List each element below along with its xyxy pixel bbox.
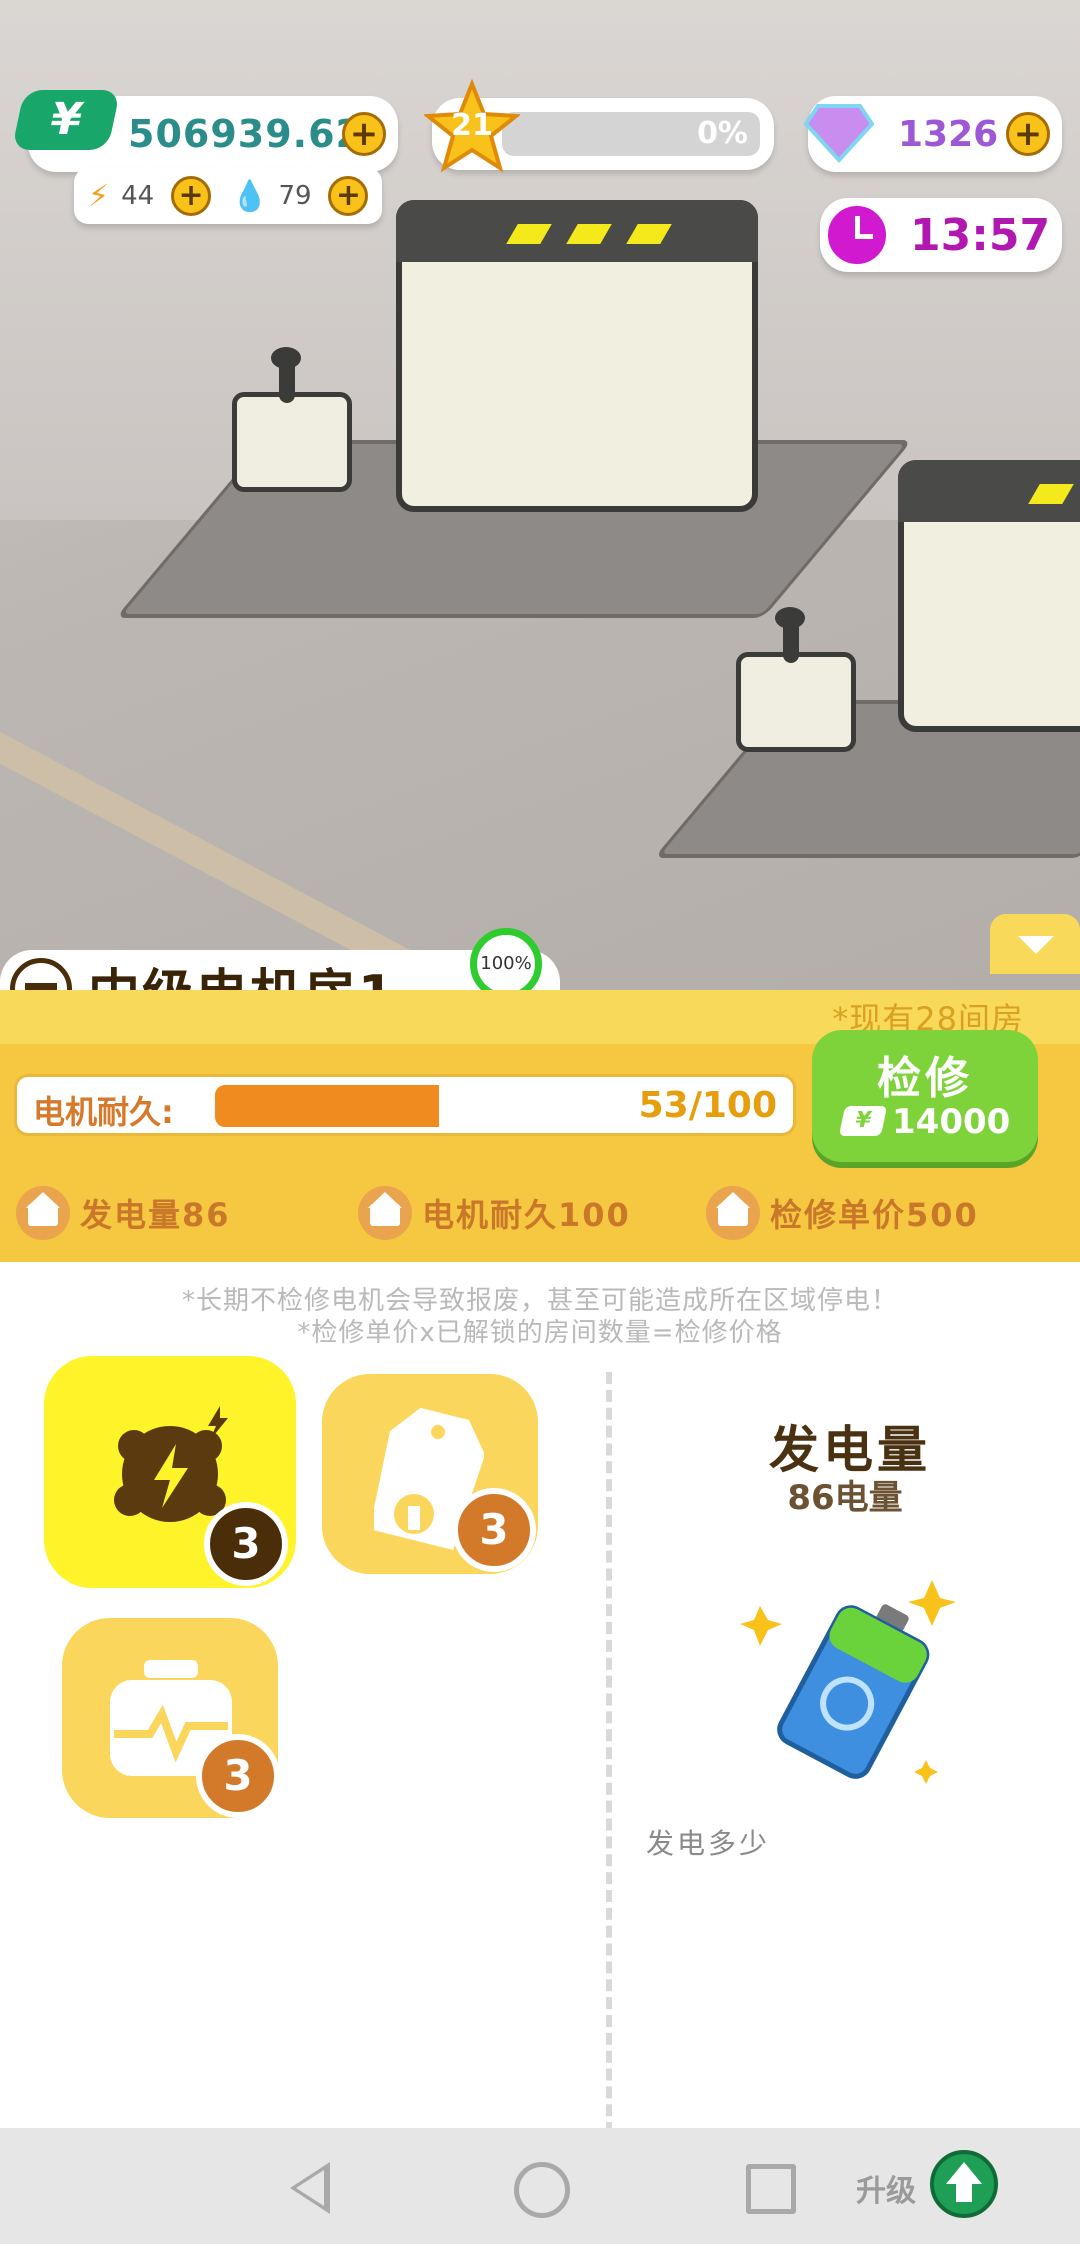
level-progress-text: 0% — [697, 116, 748, 151]
money-counter: ¥ 506939.62 + — [11, 90, 398, 172]
add-water-button[interactable]: + — [328, 176, 369, 216]
upgrade-arrow-button[interactable] — [930, 2150, 998, 2218]
clock-icon — [824, 202, 890, 268]
stat-power-output: 发电量86 — [16, 1186, 231, 1240]
generator-machine-2[interactable] — [898, 460, 1080, 732]
upgrade-tile-repair[interactable]: 3 — [62, 1618, 280, 1818]
house-icon — [358, 1186, 412, 1240]
chevron-down-icon — [1018, 936, 1054, 954]
detail-description: 发电多少 — [646, 1827, 771, 1860]
stat-durability-text: 电机耐久100 — [422, 1196, 631, 1234]
yuan-icon: ¥ — [838, 1106, 888, 1136]
water-value: 79 — [278, 181, 312, 211]
level-badge: 3 — [196, 1734, 280, 1818]
arrow-up-icon — [946, 2162, 982, 2184]
money-value: 506939.62 — [128, 112, 363, 156]
level-badge: 3 — [204, 1502, 288, 1586]
gem-value: 1326 — [898, 113, 999, 155]
battery-icon — [740, 1576, 960, 1796]
durability-value: 53/100 — [638, 1085, 777, 1126]
section-divider — [606, 1372, 612, 2152]
collapse-panel-button[interactable] — [990, 914, 1080, 974]
gem-icon — [803, 100, 875, 164]
upgrade-tile-power[interactable]: 3 — [44, 1356, 296, 1588]
lightning-icon: ⚡ — [88, 178, 110, 214]
stat-repair-price-text: 检修单价500 — [770, 1196, 979, 1234]
system-nav-bar: 升级 — [0, 2128, 1080, 2244]
game-scene[interactable]: ¥ 506939.62 + ⚡ 44 + 💧 79 + 0% 21 1326 +… — [0, 0, 1080, 990]
stat-durability: 电机耐久100 — [358, 1186, 631, 1240]
yuan-icon: ¥ — [11, 90, 121, 150]
durability-fill — [215, 1085, 439, 1127]
repair-cost: 14000 — [892, 1102, 1011, 1142]
clock-time: 13:57 — [910, 209, 1051, 261]
add-energy-button[interactable]: + — [171, 176, 212, 216]
control-lever-2[interactable] — [736, 607, 856, 752]
stat-repair-price: 检修单价500 — [706, 1186, 979, 1240]
repair-button[interactable]: 检修 ¥ 14000 — [812, 1030, 1038, 1162]
room-header: 中级电机房1 100% — [0, 914, 1080, 1025]
level-star-icon: 21 — [422, 78, 522, 174]
water-drop-icon: 💧 — [231, 178, 269, 214]
repair-label: 检修 — [877, 1053, 973, 1104]
house-icon — [706, 1186, 760, 1240]
detail-subtitle: 86电量 — [787, 1478, 903, 1518]
home-icon[interactable] — [514, 2162, 570, 2218]
durability-bar: 电机耐久: 53/100 — [14, 1074, 796, 1136]
resource-bar: ⚡ 44 + 💧 79 + — [74, 168, 382, 224]
gem-counter: 1326 + — [803, 96, 1062, 172]
back-icon[interactable] — [290, 2162, 330, 2214]
level-badge: 3 — [452, 1488, 536, 1572]
control-lever-1[interactable] — [232, 347, 352, 492]
generator-machine-1[interactable] — [396, 200, 758, 512]
level-number: 21 — [451, 108, 493, 143]
upgrade-label: 升级 — [856, 2174, 916, 2209]
room-panel: *现有28间房 电机耐久: 53/100 检修 ¥ 14000 发电量86 电机… — [0, 990, 1080, 1262]
durability-label: 电机耐久: — [33, 1093, 174, 1131]
energy-value: 44 — [121, 181, 155, 211]
warning-line-2: *检修单价x已解锁的房间数量=检修价格 — [297, 1318, 783, 1348]
recent-apps-icon[interactable] — [746, 2164, 796, 2214]
house-icon — [16, 1186, 70, 1240]
upgrade-tile-durability[interactable]: 3 — [322, 1374, 538, 1574]
add-money-button[interactable]: + — [342, 112, 386, 156]
add-gems-button[interactable]: + — [1006, 112, 1050, 156]
stat-power-output-text: 发电量86 — [80, 1196, 231, 1234]
clock: 13:57 — [820, 198, 1062, 272]
